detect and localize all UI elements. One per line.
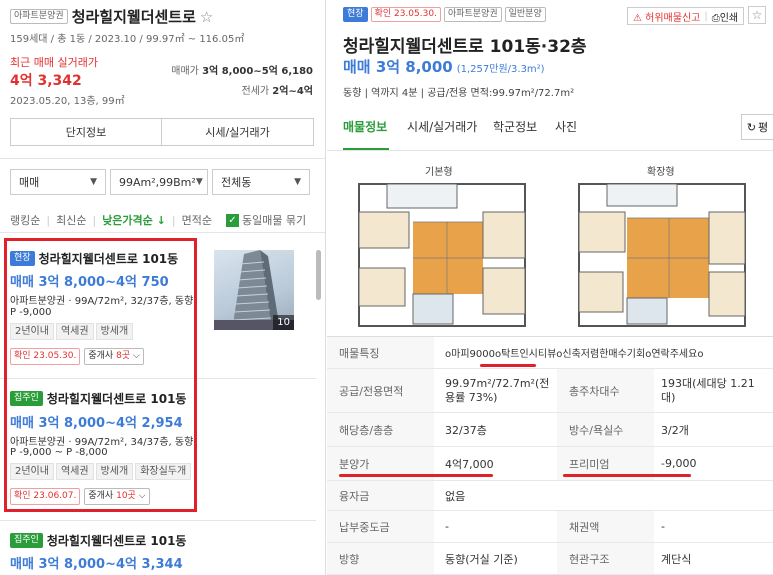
floorplan-expanded-image[interactable] xyxy=(577,182,747,328)
sale-price-range: 매매가 3억 8,000~5억 6,180 xyxy=(171,66,313,77)
dong-select[interactable]: 전체동 ▼ xyxy=(212,169,310,195)
property-type-tag: 아파트분양권 xyxy=(10,9,68,24)
listing-title: 청라힐지웰더센트로 101동 xyxy=(46,534,187,548)
highlight-box xyxy=(4,238,197,512)
complex-summary: 159세대 / 총 1동 / 2023.10 / 99.97㎡ ~ 116.05… xyxy=(10,34,245,45)
listing-detail-title: 청라힐지웰더센트로 101동·32층 xyxy=(343,37,587,57)
print-button[interactable]: ⎙인쇄 xyxy=(712,9,738,24)
sort-low-price[interactable]: 낮은가격순 ↓ xyxy=(102,212,166,228)
report-button[interactable]: ⚠ 허위매물신고 xyxy=(633,9,700,24)
complex-title: 청라힐지웰더센트로 xyxy=(71,8,196,26)
sort-ranking[interactable]: 랭킹순 xyxy=(10,212,40,228)
highlight-underline xyxy=(480,364,536,367)
refresh-icon: ↻ xyxy=(746,120,757,134)
floorplan-label-expanded: 확장형 xyxy=(647,167,675,178)
favorite-star-icon[interactable]: ☆ xyxy=(200,8,213,26)
table-row: 방향 동향(거실 기준) 현관구조 계단식 xyxy=(327,543,773,575)
tab-school-info[interactable]: 학군정보 xyxy=(493,118,537,135)
favorite-star-icon[interactable]: ☆ xyxy=(748,6,766,24)
complex-info-button[interactable]: 단지정보 xyxy=(10,118,162,146)
floorplan-basic-image[interactable] xyxy=(357,182,527,328)
table-row: 매물특징 o마피9000o탁트인시티뷰o신축저렴한매수기회o연락주세요o xyxy=(327,337,773,369)
checkbox-icon: ✓ xyxy=(225,213,239,227)
alert-icon: ⚠ xyxy=(633,12,642,24)
scrollbar-thumb[interactable] xyxy=(316,250,321,300)
trade-type-select[interactable]: 매매 ▼ xyxy=(10,169,106,195)
table-row: 융자금 없음 xyxy=(327,481,773,511)
chevron-down-icon: ▼ xyxy=(90,177,97,187)
detail-tags: 현장 확인 23.05.30. 아파트분양권 일반분양 xyxy=(343,7,546,22)
listing-photo[interactable]: 10 xyxy=(214,250,294,330)
area-unit-toggle[interactable]: ↻ 평 xyxy=(741,114,773,140)
tab-photos[interactable]: 사진 xyxy=(555,118,577,135)
chevron-down-icon: ▼ xyxy=(195,177,203,187)
floorplan-label-basic: 기본형 xyxy=(425,167,453,178)
complex-header: 아파트분양권 청라힐지웰더센트로 ☆ xyxy=(10,6,325,27)
group-same-toggle[interactable]: ✓ 동일매물 묶기 xyxy=(225,212,306,228)
highlight-underline xyxy=(563,474,691,477)
report-toolbar: ⚠ 허위매물신고 | ⎙인쇄 xyxy=(627,7,745,25)
sort-bar: 랭킹순 | 최신순 | 낮은가격순 ↓ | 면적순 ✓ 동일매물 묶기 xyxy=(10,212,307,228)
area-select[interactable]: 99Am²,99Bm² ▼ xyxy=(110,169,208,195)
price-info-button[interactable]: 시세/실거래가 xyxy=(161,118,314,146)
tab-price-info[interactable]: 시세/실거래가 xyxy=(407,118,477,135)
sort-area[interactable]: 면적순 xyxy=(182,212,212,228)
chevron-down-icon: ▼ xyxy=(294,177,301,187)
detail-panel: 현장 확인 23.05.30. 아파트분양권 일반분양 ⚠ 허위매물신고 | ⎙… xyxy=(327,0,773,575)
listing-panel: 아파트분양권 청라힐지웰더센트로 ☆ 159세대 / 총 1동 / 2023.1… xyxy=(0,0,326,575)
listing-detail-summary: 동향 | 역까지 4분 | 공급/전용 면적:99.97m²/72.7m² xyxy=(343,88,575,99)
sort-latest[interactable]: 최신순 xyxy=(56,212,86,228)
table-row: 공급/전용면적 99.97m²/72.7m²(전용률 73%) 총주차대수 19… xyxy=(327,369,773,413)
rent-price-range: 전세가 2억~4억 xyxy=(241,86,314,97)
print-icon: ⎙ xyxy=(711,12,720,24)
table-row: 납부중도금 - 채권액 - xyxy=(327,511,773,543)
listing-detail-price: 매매 3억 8,000 (1,257만원/3.3m²) xyxy=(343,58,545,76)
listing-tag: 집주인 xyxy=(10,533,43,548)
listing-price: 매매 3억 8,000~4억 3,344 xyxy=(10,557,183,572)
highlight-underline xyxy=(339,474,493,477)
photo-count: 10 xyxy=(273,315,294,330)
tab-listing-info[interactable]: 매물정보 xyxy=(343,118,387,135)
table-row: 해당층/총층 32/37층 방수/욕실수 3/2개 xyxy=(327,413,773,447)
